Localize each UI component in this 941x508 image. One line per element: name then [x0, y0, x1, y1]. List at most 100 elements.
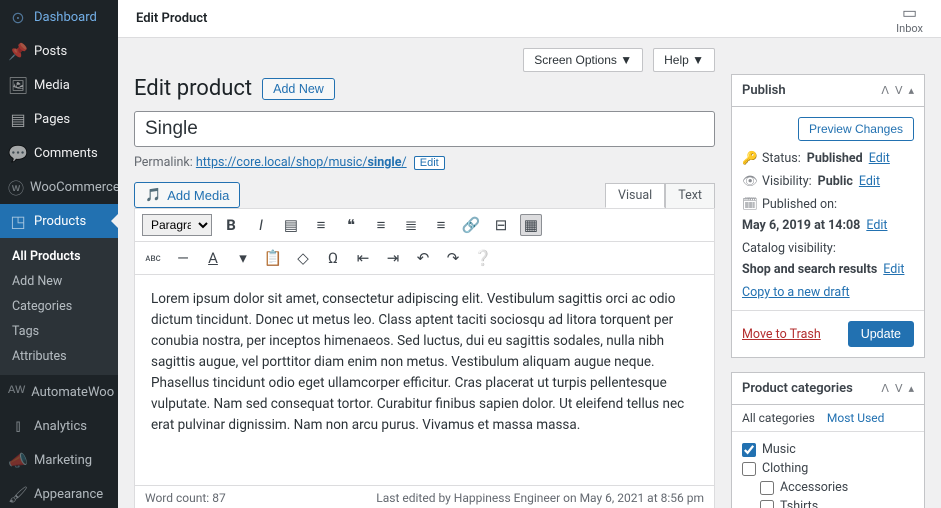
inbox-button[interactable]: ▭ Inbox — [896, 3, 923, 35]
special-char-button[interactable]: Ω — [322, 247, 344, 269]
copy-draft-link[interactable]: Copy to a new draft — [742, 285, 850, 300]
media-icon: 🎵 — [145, 187, 161, 203]
more-button[interactable]: ⊟ — [490, 214, 512, 236]
panel-up-icon[interactable]: ᐱ — [881, 84, 889, 97]
paste-text-button[interactable]: 📋 — [262, 247, 284, 269]
topbar: Edit Product ▭ Inbox — [118, 0, 941, 38]
permalink-link[interactable]: https://core.local/shop/music/single/ — [196, 155, 407, 170]
help-icon-button[interactable]: ❔ — [472, 247, 494, 269]
text-tab[interactable]: Text — [665, 183, 715, 208]
dashboard-icon: ⊙ — [8, 7, 28, 27]
automatewoo-icon: ᴬᵂ — [8, 382, 25, 402]
cat-tab-most-used[interactable]: Most Used — [827, 411, 885, 425]
add-media-button[interactable]: 🎵 Add Media — [134, 182, 240, 208]
nav-media[interactable]: 🖼Media — [0, 68, 118, 102]
publish-panel-title: Publish — [742, 83, 786, 98]
preview-changes-button[interactable]: Preview Changes — [798, 117, 914, 141]
indent-button[interactable]: ⇥ — [382, 247, 404, 269]
appearance-icon: 🖌 — [8, 484, 28, 504]
bold-button[interactable]: B — [220, 214, 242, 236]
strike-button[interactable]: ᴀʙᴄ — [142, 247, 164, 269]
align-center-button[interactable]: ≣ — [400, 214, 422, 236]
panel-toggle-icon[interactable]: ▴ — [908, 84, 914, 97]
italic-button[interactable]: I — [250, 214, 272, 236]
permalink-edit-button[interactable]: Edit — [414, 156, 445, 170]
comments-icon: 💬 — [8, 143, 28, 163]
nav-automatewoo[interactable]: ᴬᵂAutomateWoo — [0, 375, 118, 409]
help-button[interactable]: Help ▼ — [653, 48, 715, 72]
word-count: Word count: 87 — [145, 491, 226, 505]
catalog-edit-link[interactable]: Edit — [883, 262, 904, 277]
panel-down-icon[interactable]: ᐯ — [895, 84, 903, 97]
screen-options-button[interactable]: Screen Options ▼ — [523, 48, 643, 72]
subnav-add-new[interactable]: Add New — [0, 269, 118, 294]
subnav-categories[interactable]: Categories — [0, 294, 118, 319]
hr-button[interactable]: — — [172, 247, 194, 269]
cat-down-icon[interactable]: ᐯ — [895, 382, 903, 395]
key-icon: 🔑 — [742, 151, 756, 166]
cat-accessories[interactable]: Accessories — [742, 478, 914, 497]
product-title-input[interactable] — [134, 111, 715, 147]
cat-tab-all[interactable]: All categories — [742, 411, 815, 425]
nav-dashboard[interactable]: ⊙Dashboard — [0, 0, 118, 34]
visual-tab[interactable]: Visual — [605, 183, 665, 208]
cat-up-icon[interactable]: ᐱ — [881, 382, 889, 395]
categories-panel-title: Product categories — [742, 381, 853, 396]
cat-music[interactable]: Music — [742, 440, 914, 459]
eye-icon: 👁 — [742, 174, 756, 189]
admin-sidebar: ⊙Dashboard 📌Posts 🖼Media ▤Pages 💬Comment… — [0, 0, 118, 508]
align-left-button[interactable]: ≡ — [370, 214, 392, 236]
toggle-toolbar-button[interactable]: ▦ — [520, 214, 542, 236]
ul-button[interactable]: ▤ — [280, 214, 302, 236]
marketing-icon: 📣 — [8, 450, 28, 470]
quote-button[interactable]: ❝ — [340, 214, 362, 236]
subnav-attributes[interactable]: Attributes — [0, 344, 118, 369]
editor-toolbar-2: ᴀʙᴄ — A ▾ 📋 ◇ Ω ⇤ ⇥ ↶ ↷ ❔ — [135, 242, 714, 275]
undo-button[interactable]: ↶ — [412, 247, 434, 269]
calendar-icon: 🗓 — [742, 197, 756, 212]
nav-woocommerce[interactable]: ⓦWooCommerce — [0, 170, 118, 204]
pages-icon: ▤ — [8, 109, 28, 129]
status-edit-link[interactable]: Edit — [869, 151, 890, 166]
nav-appearance[interactable]: 🖌Appearance — [0, 477, 118, 508]
nav-products[interactable]: ◳Products — [0, 204, 118, 238]
visibility-edit-link[interactable]: Edit — [859, 174, 880, 189]
redo-button[interactable]: ↷ — [442, 247, 464, 269]
update-button[interactable]: Update — [848, 321, 914, 347]
side-panels: Publish ᐱᐯ▴ Preview Changes 🔑Status: Pub… — [731, 38, 941, 508]
nav-marketing[interactable]: 📣Marketing — [0, 443, 118, 477]
nav-pages[interactable]: ▤Pages — [0, 102, 118, 136]
nav-comments[interactable]: 💬Comments — [0, 136, 118, 170]
nav-posts[interactable]: 📌Posts — [0, 34, 118, 68]
text-color-arrow[interactable]: ▾ — [232, 247, 254, 269]
posts-icon: 📌 — [8, 41, 28, 61]
editor-body[interactable]: Lorem ipsum dolor sit amet, consectetur … — [135, 275, 714, 485]
topbar-title: Edit Product — [136, 11, 207, 26]
clear-format-button[interactable]: ◇ — [292, 247, 314, 269]
outdent-button[interactable]: ⇤ — [352, 247, 374, 269]
subnav-tags[interactable]: Tags — [0, 319, 118, 344]
add-new-button[interactable]: Add New — [262, 78, 335, 100]
text-color-button[interactable]: A — [202, 247, 224, 269]
cat-tshirts[interactable]: Tshirts — [742, 497, 914, 508]
content-column: Screen Options ▼ Help ▼ Edit product Add… — [118, 38, 731, 508]
ol-button[interactable]: ≡ — [310, 214, 332, 236]
date-edit-link[interactable]: Edit — [866, 218, 887, 233]
nav-analytics[interactable]: ⫾Analytics — [0, 409, 118, 443]
link-button[interactable]: 🔗 — [460, 214, 482, 236]
align-right-button[interactable]: ≡ — [430, 214, 452, 236]
cat-toggle-icon[interactable]: ▴ — [908, 382, 914, 395]
permalink-row: Permalink: https://core.local/shop/music… — [134, 155, 715, 170]
editor: Paragraph B I ▤ ≡ ❝ ≡ ≣ ≡ 🔗 ⊟ ▦ ᴀ — [134, 208, 715, 508]
products-subnav: All Products Add New Categories Tags Att… — [0, 238, 118, 375]
subnav-all-products[interactable]: All Products — [0, 244, 118, 269]
move-to-trash-link[interactable]: Move to Trash — [742, 327, 821, 342]
cat-clothing[interactable]: Clothing — [742, 459, 914, 478]
categories-panel: Product categories ᐱᐯ ▴ All categories Mo… — [731, 372, 925, 508]
publish-panel: Publish ᐱᐯ▴ Preview Changes 🔑Status: Pub… — [731, 74, 925, 358]
analytics-icon: ⫾ — [8, 416, 28, 436]
inbox-icon: ▭ — [896, 3, 923, 22]
products-icon: ◳ — [8, 211, 28, 231]
category-list: Music Clothing Accessories Tshirts long-… — [732, 432, 924, 508]
format-select[interactable]: Paragraph — [142, 214, 212, 236]
